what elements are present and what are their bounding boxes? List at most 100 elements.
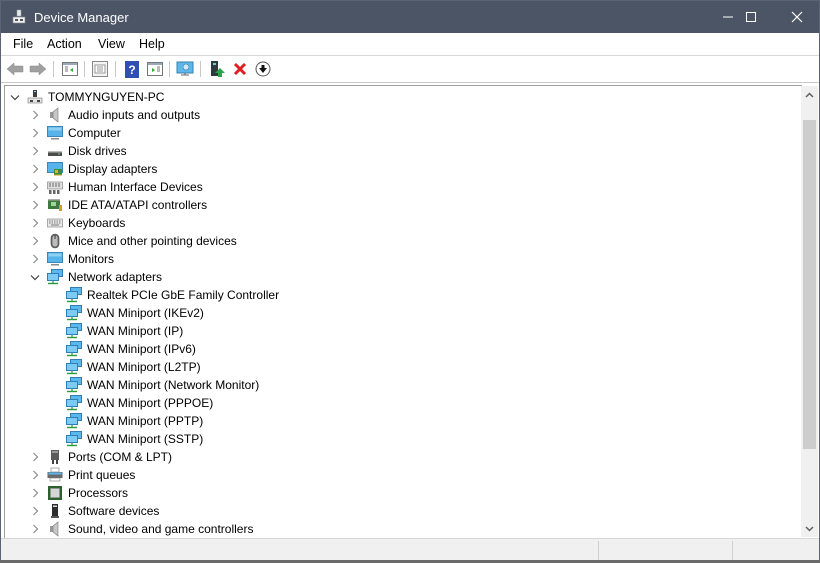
tree-item-label: WAN Miniport (IKEv2) xyxy=(87,306,204,320)
expand-toggle[interactable] xyxy=(29,232,41,250)
disk-drive-icon xyxy=(47,143,63,159)
tree-category-item[interactable]: IDE ATA/ATAPI controllers xyxy=(29,196,210,214)
toolbar-separator xyxy=(115,61,116,77)
tree-device-item[interactable]: WAN Miniport (IKEv2) xyxy=(48,304,207,322)
tree-root-item[interactable]: TOMMYNGUYEN-PC xyxy=(9,88,167,106)
tree-item-label: Processors xyxy=(68,486,129,500)
expand-toggle[interactable] xyxy=(29,214,41,232)
chevron-right-icon xyxy=(32,146,38,156)
chevron-right-icon xyxy=(32,164,38,174)
update-driver-button[interactable] xyxy=(208,60,226,78)
device-tree[interactable]: TOMMYNGUYEN-PC Audio inputs and outputs Co… xyxy=(4,85,802,538)
show-hide-console-tree-button[interactable] xyxy=(61,60,79,78)
tree-category-item[interactable]: Keyboards xyxy=(29,214,128,232)
expand-toggle[interactable] xyxy=(29,502,41,520)
tree-item-label: WAN Miniport (IP) xyxy=(87,324,184,338)
tree-category-item[interactable]: Print queues xyxy=(29,466,138,484)
action-pane-icon xyxy=(147,62,163,76)
menu-file[interactable]: File xyxy=(13,37,33,51)
menu-action[interactable]: Action xyxy=(47,37,82,51)
tree-category-item[interactable]: Mice and other pointing devices xyxy=(29,232,240,250)
tree-category-item[interactable]: Human Interface Devices xyxy=(29,178,206,196)
toolbar-separator xyxy=(200,61,201,77)
uninstall-device-button[interactable] xyxy=(231,60,249,78)
expand-toggle[interactable] xyxy=(29,160,41,178)
chevron-right-icon xyxy=(32,128,38,138)
maximize-icon xyxy=(746,12,756,22)
expand-toggle[interactable] xyxy=(29,106,41,124)
status-pane-main xyxy=(1,541,597,561)
tree-category-item[interactable]: Monitors xyxy=(29,250,117,268)
status-pane-3 xyxy=(732,541,819,561)
chevron-right-icon xyxy=(32,524,38,534)
expand-toggle[interactable] xyxy=(29,142,41,160)
tree-category-item[interactable]: Processors xyxy=(29,484,131,502)
expand-toggle[interactable] xyxy=(29,520,41,538)
help-button[interactable]: ? xyxy=(123,60,141,78)
tree-item-label: Display adapters xyxy=(68,162,158,176)
maximize-button[interactable] xyxy=(728,1,774,33)
expand-toggle[interactable] xyxy=(29,448,41,466)
network-adapter-icon xyxy=(66,287,82,303)
disable-device-button[interactable] xyxy=(254,60,272,78)
expand-toggle[interactable] xyxy=(29,178,41,196)
display-adapter-icon xyxy=(47,161,63,177)
scan-hardware-changes-button[interactable] xyxy=(176,60,194,78)
expand-toggle[interactable] xyxy=(29,250,41,268)
close-button[interactable] xyxy=(774,1,820,33)
mouse-icon xyxy=(47,233,63,249)
chevron-down-icon xyxy=(30,274,40,280)
tree-device-item[interactable]: WAN Miniport (SSTP) xyxy=(48,430,206,448)
scrollbar-thumb[interactable] xyxy=(803,119,816,450)
title-bar[interactable]: Device Manager xyxy=(1,1,819,33)
network-adapter-icon xyxy=(66,359,82,375)
tree-device-item[interactable]: WAN Miniport (Network Monitor) xyxy=(48,376,262,394)
disable-down-arrow-icon xyxy=(255,61,271,77)
vertical-scrollbar[interactable] xyxy=(801,86,818,537)
tree-item-label: Computer xyxy=(68,126,121,140)
tree-category-item[interactable]: Sound, video and game controllers xyxy=(29,520,256,538)
tree-category-item[interactable]: Display adapters xyxy=(29,160,160,178)
tree-device-item[interactable]: WAN Miniport (IPv6) xyxy=(48,340,199,358)
close-icon xyxy=(791,11,803,23)
help-icon: ? xyxy=(125,60,139,78)
tree-device-item[interactable]: WAN Miniport (IP) xyxy=(48,322,186,340)
forward-arrow-icon xyxy=(29,62,47,76)
collapse-toggle[interactable] xyxy=(9,88,21,106)
tree-device-item[interactable]: Realtek PCIe GbE Family Controller xyxy=(48,286,282,304)
menu-help[interactable]: Help xyxy=(139,37,165,51)
expand-toggle[interactable] xyxy=(29,124,41,142)
monitor-scan-icon xyxy=(176,61,194,76)
tree-item-label: Print queues xyxy=(68,468,136,482)
tree-category-item[interactable]: Disk drives xyxy=(29,142,130,160)
expand-toggle[interactable] xyxy=(29,466,41,484)
tree-category-item[interactable]: Audio inputs and outputs xyxy=(29,106,203,124)
expand-toggle[interactable] xyxy=(29,484,41,502)
tree-item-label: Keyboards xyxy=(68,216,126,230)
tree-item-label: Software devices xyxy=(68,504,160,518)
menu-view[interactable]: View xyxy=(98,37,125,51)
expand-toggle[interactable] xyxy=(29,196,41,214)
scroll-down-button[interactable] xyxy=(801,520,818,537)
properties-button[interactable] xyxy=(91,60,109,78)
scroll-up-button[interactable] xyxy=(801,86,818,103)
chevron-right-icon xyxy=(32,470,38,480)
back-arrow-icon xyxy=(6,62,24,76)
back-button[interactable] xyxy=(6,60,24,78)
tree-device-item[interactable]: WAN Miniport (L2TP) xyxy=(48,358,204,376)
tree-category-item[interactable]: Network adapters xyxy=(29,268,165,286)
forward-button[interactable] xyxy=(29,60,47,78)
tree-item-label: Human Interface Devices xyxy=(68,180,203,194)
chevron-right-icon xyxy=(32,110,38,120)
tree-item-label: Mice and other pointing devices xyxy=(68,234,237,248)
collapse-toggle[interactable] xyxy=(29,268,41,286)
tree-device-item[interactable]: WAN Miniport (PPPOE) xyxy=(48,394,216,412)
tree-category-item[interactable]: Computer xyxy=(29,124,124,142)
tree-device-item[interactable]: WAN Miniport (PPTP) xyxy=(48,412,206,430)
show-action-pane-button[interactable] xyxy=(146,60,164,78)
tree-item-label: Monitors xyxy=(68,252,115,266)
tree-item-label: Ports (COM & LPT) xyxy=(68,450,173,464)
tree-category-item[interactable]: Ports (COM & LPT) xyxy=(29,448,175,466)
tree-category-item[interactable]: Software devices xyxy=(29,502,162,520)
